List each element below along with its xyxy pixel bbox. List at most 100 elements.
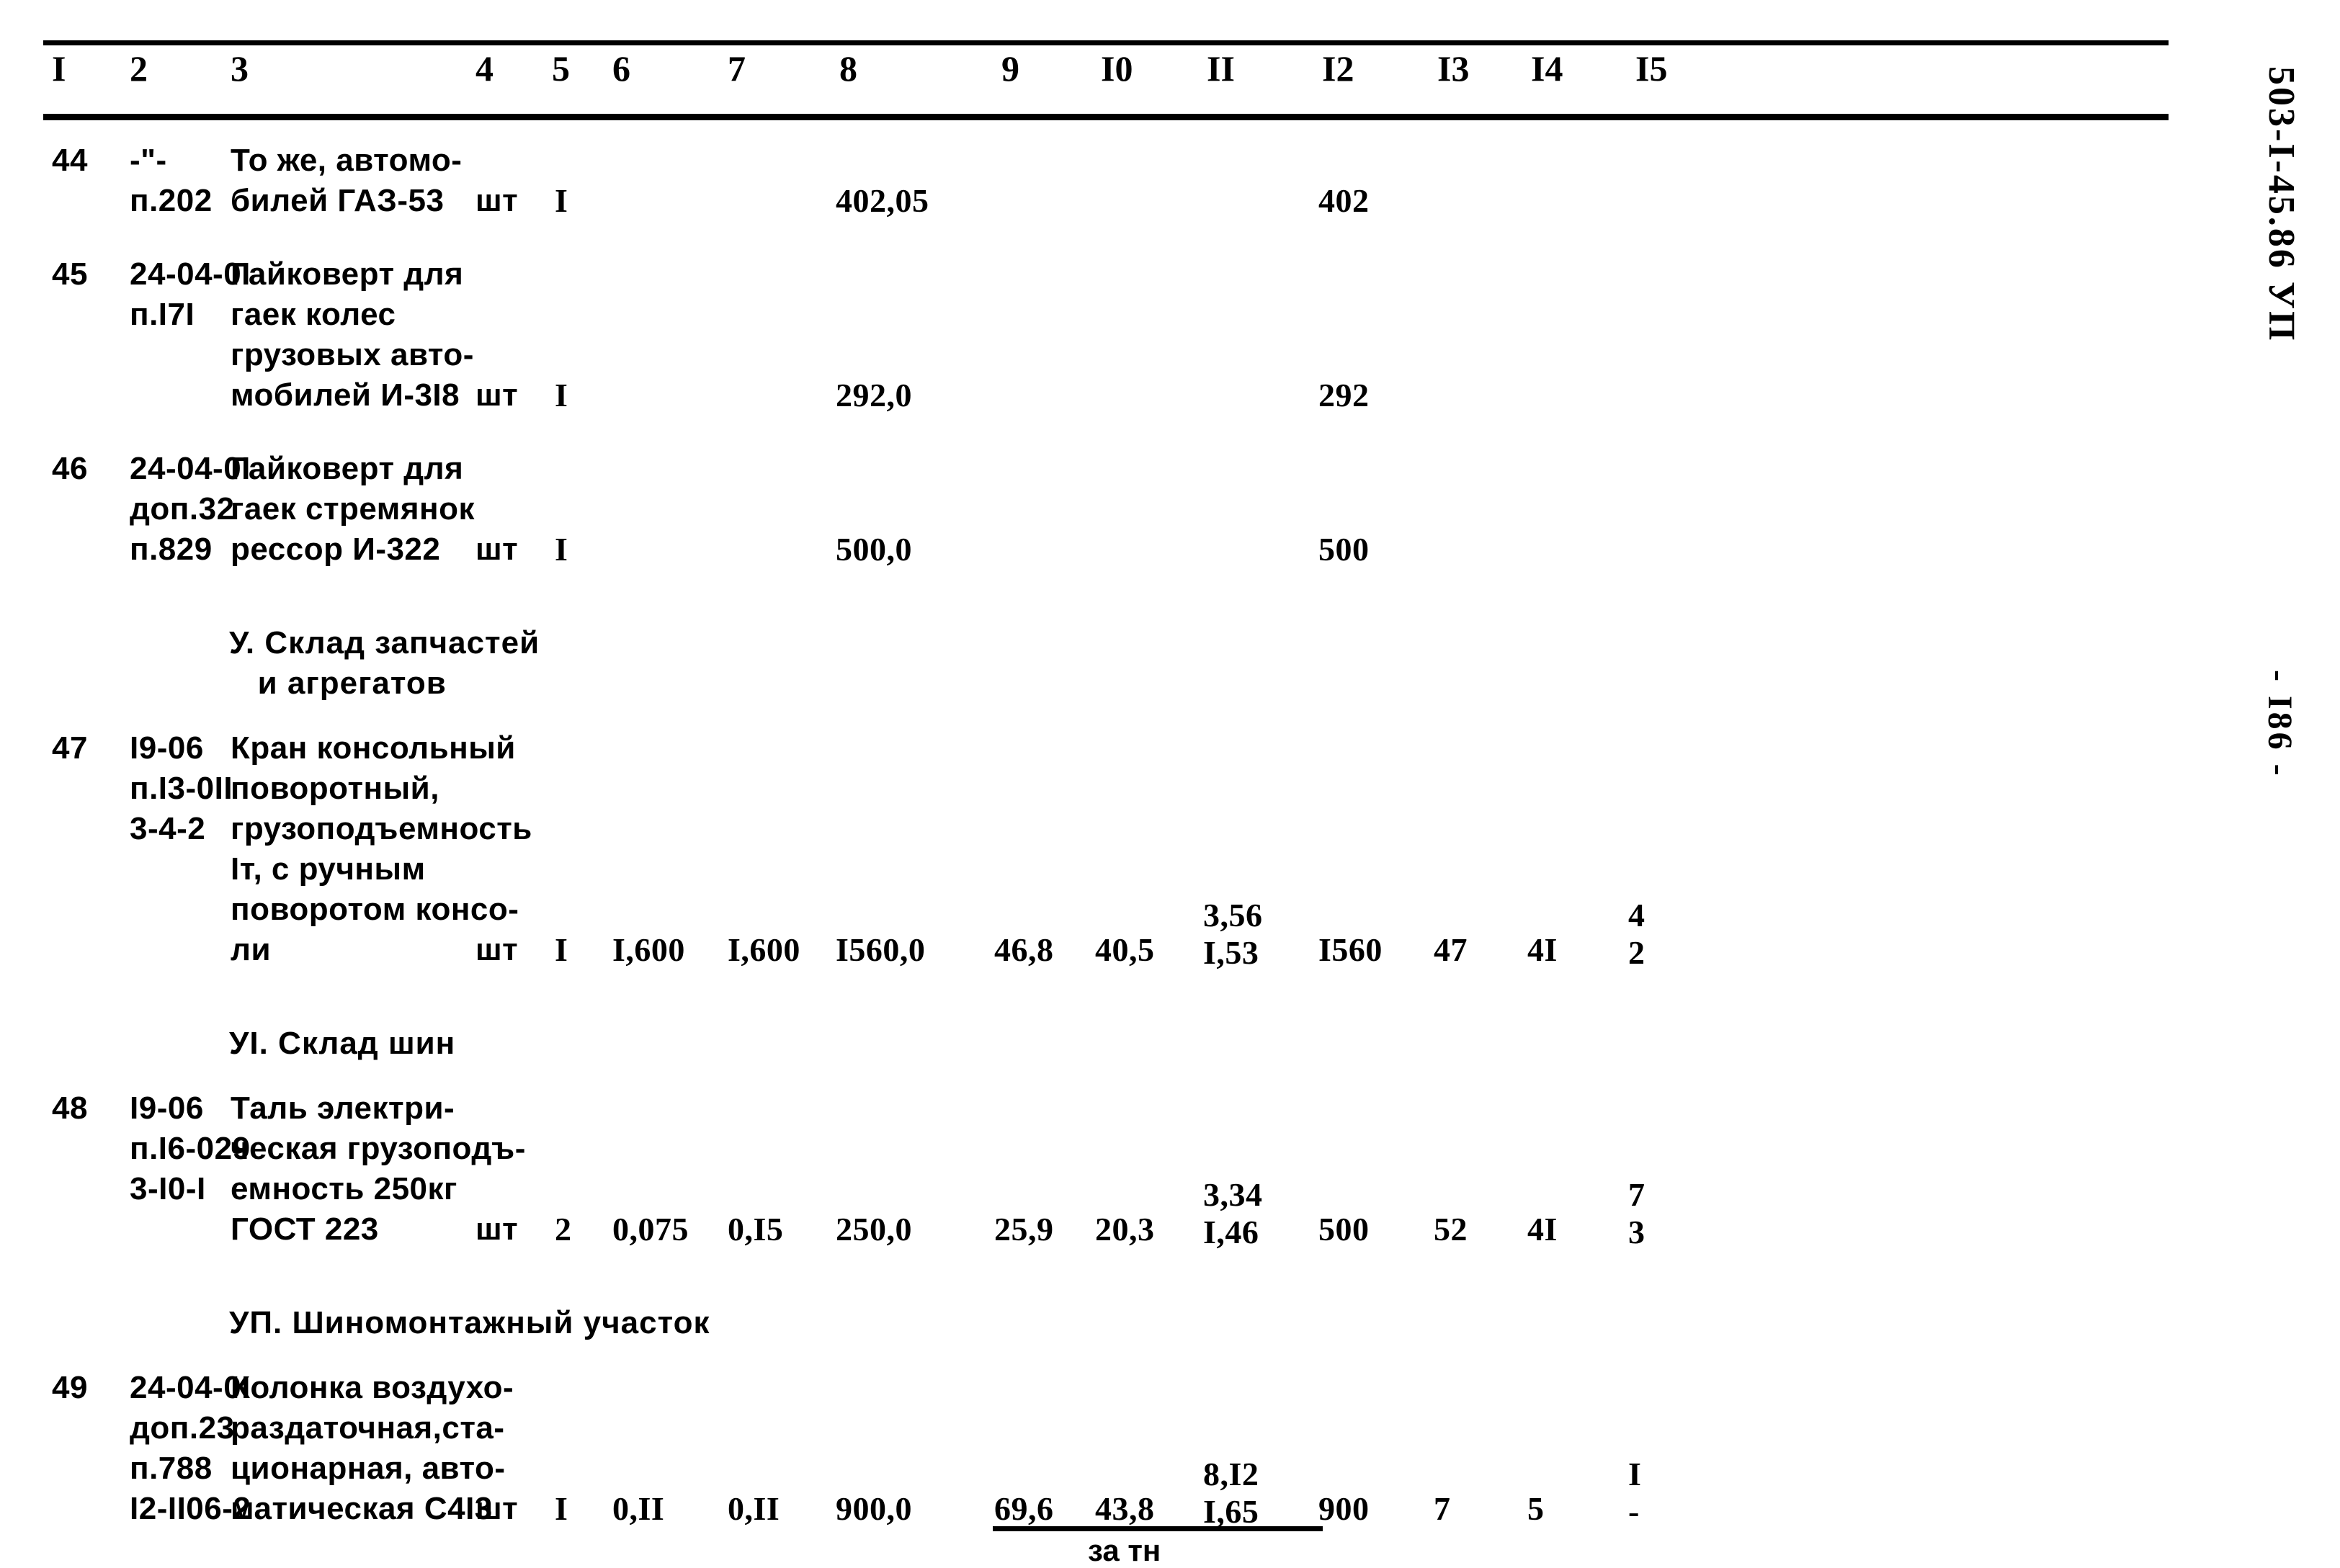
cell-col11: 3,56 I,53 (1203, 897, 1318, 972)
column-header-11: II (1207, 48, 1235, 89)
column-header-12: I2 (1322, 48, 1354, 89)
cell-col13: 52 (1434, 1211, 1468, 1247)
column-header-13: I3 (1437, 48, 1470, 89)
cell-col3-line: грузоподъемность (231, 811, 532, 846)
cell-col3-line: гаек колес (231, 297, 396, 332)
right-margin-block: 503-I-45.86 УП - I86 - (2210, 0, 2340, 1531)
cell-col3-line: поворотный, (231, 771, 439, 806)
column-header-8: 8 (839, 48, 857, 89)
cell-col12: I560 (1318, 931, 1383, 968)
table-row: 45 24-04-0I п.I7I Гайковерт для гаек колес гр… (43, 254, 2169, 416)
cell-col1-line: 45 (52, 256, 88, 292)
section-heading-line: УI. Склад шин (229, 1026, 456, 1061)
unit-note: за тн (1088, 1533, 1161, 1567)
cell-col1-line: 49 (52, 1370, 88, 1405)
cell-col3-line: Гайковерт для (231, 256, 464, 292)
cell-col15: 73 (1628, 1176, 1722, 1251)
cell-col11: 8,I2 I,65 (1203, 1456, 1318, 1531)
cell-col3-line: Гайковерт для (231, 451, 464, 486)
cell-col3-line: То же, автомо- (231, 143, 463, 178)
cell-col3-line: ГОСТ 223 (231, 1211, 379, 1247)
cell-col10: 43,8 (1095, 1490, 1155, 1527)
cell-col15-denominator: 2 (1628, 934, 1645, 971)
cell-col6: I,600 (612, 931, 685, 968)
cell-col3-line: рессор И-322 (231, 532, 441, 567)
cell-col4: шт (475, 377, 519, 413)
cell-col3-line: ционарная, авто- (231, 1451, 506, 1486)
section-heading-line: УП. Шиномонтажный участок (229, 1305, 710, 1340)
cell-col9: 69,6 (994, 1490, 1054, 1527)
cell-col3-line: билей ГАЗ-53 (231, 183, 445, 218)
cell-col3-line: гаек стремянок (231, 491, 475, 527)
cell-col5: I (555, 531, 568, 568)
cell-col1: 46 (52, 449, 131, 489)
cell-col3: Гайковерт для гаек колес грузовых авто-моб… (231, 254, 490, 416)
column-header-row: I 2 3 4 5 6 7 8 9 I0 II I2 I3 I4 I5 (43, 50, 2169, 108)
cell-col4: шт (475, 532, 519, 567)
cell-col3-line: мобилей И-3I8 (231, 377, 460, 413)
cell-col6: 0,II (612, 1490, 665, 1527)
cell-col12: 292 (1318, 377, 1370, 413)
cell-col14: 4I (1527, 931, 1558, 968)
cell-col11: 3,34 I,46 (1203, 1176, 1318, 1251)
column-header-7: 7 (728, 48, 746, 89)
cell-col3-line: емность 250кг (231, 1171, 457, 1206)
document-code-vertical: 503-I-45.86 УП (2261, 66, 2302, 343)
column-header-14: I4 (1531, 48, 1563, 89)
cell-col5: I (555, 182, 568, 219)
cell-col1: 48 (52, 1088, 131, 1129)
table-row: 47 I9-06 п.I3-0II 3-4-2 Кран консольный повор… (43, 728, 2169, 972)
cell-col4: шт (475, 932, 519, 967)
section-heading: УI. Склад шин (229, 1023, 455, 1064)
cell-col8: I560,0 (836, 931, 926, 968)
cell-col3-line: Таль электри- (231, 1090, 455, 1126)
column-header-6: 6 (612, 48, 630, 89)
cell-col8: 402,05 (836, 182, 929, 219)
cell-col1: 45 (52, 254, 131, 295)
cell-col3-line: Колонка воздухо- (231, 1370, 514, 1405)
cell-col1: 49 (52, 1368, 131, 1408)
cell-col12: 900 (1318, 1490, 1370, 1527)
cell-col3-line: ческая грузоподъ- (231, 1131, 526, 1166)
cell-col4: шт (475, 1491, 519, 1526)
cell-col9: 46,8 (994, 931, 1054, 968)
cell-col15: 42 (1628, 897, 1722, 972)
cell-col15-numerator: 4 (1628, 897, 1645, 933)
table-row: 46 24-04-0I доп.32 п.829 Гайковерт для гаек с… (43, 449, 2169, 570)
cell-col6: 0,075 (612, 1211, 689, 1247)
cell-col1-line: 47 (52, 730, 88, 766)
section-heading-line: и агрегатов (229, 666, 447, 701)
table-row: 44 -"- п.202 То же, автомо-билей ГАЗ-53 шт I 4… (43, 140, 2169, 221)
cell-col10: 20,3 (1095, 1211, 1155, 1247)
cell-col3-line: Iт, с ручным (231, 851, 426, 887)
column-header-15: I5 (1635, 48, 1668, 89)
column-header-4: 4 (475, 48, 494, 89)
section-heading: У. Склад запчастей и агрегатов (229, 623, 540, 704)
cell-col12: 500 (1318, 1211, 1370, 1247)
cell-col11-denominator: I,46 (1203, 1214, 1259, 1250)
column-header-1: I (52, 48, 66, 89)
cell-col10: 40,5 (1095, 931, 1155, 968)
cell-col13: 47 (1434, 931, 1468, 968)
column-header-9: 9 (1001, 48, 1019, 89)
table-row: 48 I9-06 п.I6-029 3-I0-I Таль электри-ческая… (43, 1088, 2169, 1250)
table-body: 44 -"- п.202 То же, автомо-билей ГАЗ-53 шт I 4… (43, 140, 2169, 1567)
cell-col3: Кран консольный поворотный, грузоподъемнос… (231, 728, 532, 970)
cell-col3-line: грузовых авто- (231, 337, 474, 372)
cell-col14: 5 (1527, 1490, 1545, 1527)
column-header-3: 3 (231, 48, 249, 89)
cell-col3: Гайковерт для гаек стремянок рессор И-322 (231, 449, 490, 570)
cell-col3-line: матическая С4I3 (231, 1491, 493, 1526)
cell-col3-line: раздаточная,ста- (231, 1410, 505, 1446)
cell-col11-denominator: I,53 (1203, 934, 1259, 971)
cell-col11-numerator: 3,34 (1203, 1176, 1263, 1213)
cell-col11-numerator: 3,56 (1203, 897, 1263, 933)
cell-col3: Колонка воздухо-раздаточная,ста-ционарна… (231, 1368, 514, 1529)
cell-col15-numerator: 7 (1628, 1176, 1645, 1213)
cell-col9: 25,9 (994, 1211, 1054, 1247)
cell-col8: 900,0 (836, 1490, 912, 1527)
cell-col5: I (555, 377, 568, 413)
cell-col1-line: 44 (52, 143, 88, 178)
section-heading-line: У. Склад запчастей (229, 625, 540, 660)
cell-col3: То же, автомо-билей ГАЗ-53 (231, 140, 490, 221)
